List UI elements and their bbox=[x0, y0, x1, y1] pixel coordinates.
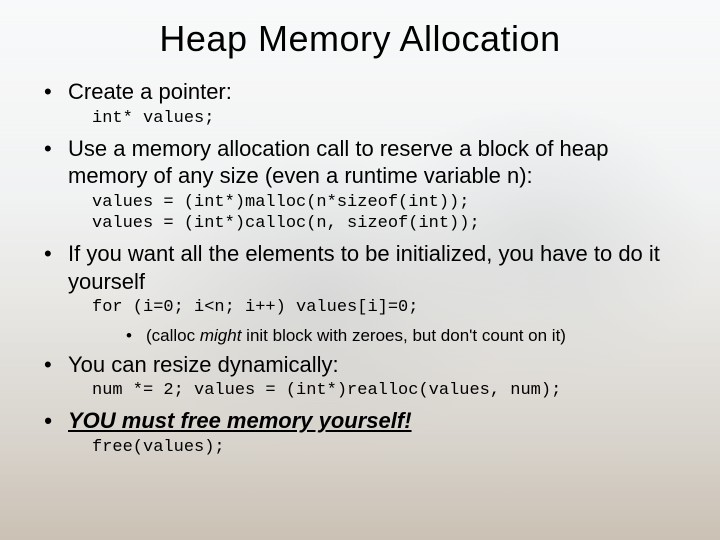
bullet-text: You can resize dynamically: bbox=[26, 351, 694, 379]
bullet-list: Create a pointer: int* values; Use a mem… bbox=[26, 78, 694, 458]
code-block: values = (int*)malloc(n*sizeof(int)); va… bbox=[26, 192, 694, 235]
sub-text-pre: (calloc bbox=[146, 326, 200, 345]
list-item: Use a memory allocation call to reserve … bbox=[26, 135, 694, 235]
code-block: num *= 2; values = (int*)realloc(values,… bbox=[26, 380, 694, 401]
list-item: Create a pointer: int* values; bbox=[26, 78, 694, 129]
slide-content: Heap Memory Allocation Create a pointer:… bbox=[0, 0, 720, 474]
list-item: YOU must free memory yourself! free(valu… bbox=[26, 407, 694, 458]
bullet-text-emphasis: YOU must free memory yourself! bbox=[26, 407, 694, 435]
code-block: for (i=0; i<n; i++) values[i]=0; bbox=[26, 297, 694, 318]
code-block: int* values; bbox=[26, 108, 694, 129]
sub-text-em: might bbox=[200, 326, 242, 345]
bullet-text: Use a memory allocation call to reserve … bbox=[26, 135, 694, 190]
sub-text-post: init block with zeroes, but don't count … bbox=[241, 326, 566, 345]
slide-title: Heap Memory Allocation bbox=[26, 18, 694, 60]
sub-bullet: (calloc might init block with zeroes, bu… bbox=[26, 325, 694, 347]
bullet-text: Create a pointer: bbox=[26, 78, 694, 106]
code-block: free(values); bbox=[26, 437, 694, 458]
bullet-text: If you want all the elements to be initi… bbox=[26, 240, 694, 295]
list-item: If you want all the elements to be initi… bbox=[26, 240, 694, 346]
list-item: You can resize dynamically: num *= 2; va… bbox=[26, 351, 694, 402]
